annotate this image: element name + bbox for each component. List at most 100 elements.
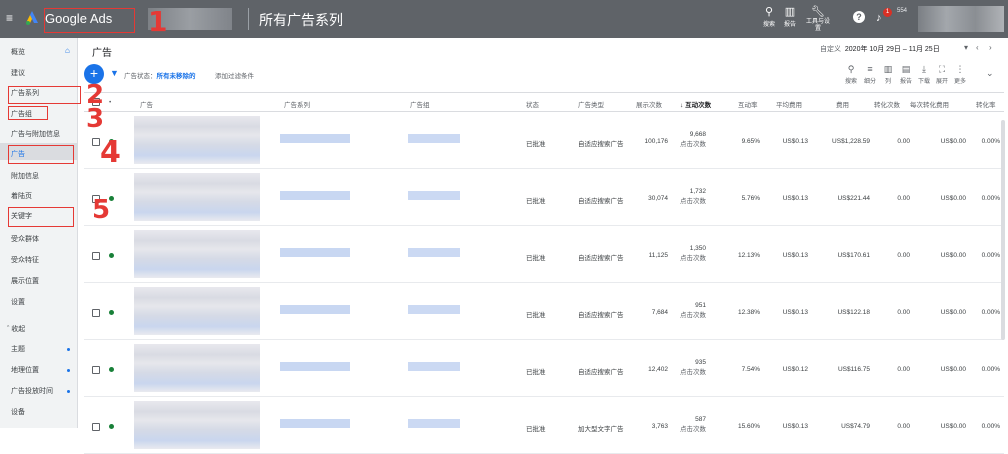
download-icon: ⤓ [922, 64, 926, 74]
column-header-interactions[interactable]: ↓ 互动次数 [680, 99, 711, 109]
interactions-value: 935 [695, 359, 706, 366]
account-info-redacted[interactable] [918, 6, 1004, 32]
sidebar-item-extensions[interactable]: 附加信息 [11, 171, 39, 181]
column-header-interaction-rate[interactable]: 互动率 [738, 99, 758, 109]
annotation-number: 3 [86, 104, 105, 134]
ad-preview-redacted[interactable] [134, 401, 260, 449]
home-icon[interactable]: ⌂ [65, 46, 70, 55]
column-header-avg-cost[interactable]: 平均费用 [776, 99, 802, 109]
cell-conversion-rate: 0.00% [981, 138, 1000, 145]
reports-toolbar-button[interactable]: ▤ 报告 [898, 64, 914, 85]
ad-group-name-redacted[interactable] [408, 305, 460, 314]
ad-preview-redacted[interactable] [134, 116, 260, 164]
dropdown-arrow-icon[interactable]: ▾ [964, 43, 968, 52]
campaign-name-redacted[interactable] [280, 362, 350, 371]
row-checkbox[interactable] [92, 309, 100, 317]
row-checkbox[interactable] [92, 366, 100, 374]
column-header-campaign[interactable]: 广告系列 [284, 99, 310, 109]
cell-impressions: 7,684 [651, 309, 668, 316]
sidebar-item-overview[interactable]: 概览 [11, 47, 25, 57]
active-filter-chip[interactable]: 广告状态：所有未移除的 [124, 70, 196, 80]
help-icon[interactable]: ? [853, 11, 865, 23]
sidebar-collapse[interactable]: ˆ 收起 [7, 324, 25, 334]
sidebar-item-placements[interactable]: 展示位置 [11, 276, 39, 286]
ad-preview-redacted[interactable] [134, 287, 260, 335]
row-checkbox[interactable] [92, 423, 100, 431]
reports-tool-button[interactable]: ▥ 报告 [781, 5, 799, 28]
tools-settings-button[interactable]: 🔧︎ 工具与设置 [806, 5, 830, 33]
google-ads-logo[interactable] [24, 10, 40, 26]
campaign-name-redacted[interactable] [280, 419, 350, 428]
ad-preview-redacted[interactable] [134, 173, 260, 221]
table-row[interactable]: 935 点击次数 已批准 自适应搜索广告 12,402 7.54% US$0.12 US$11… [84, 340, 1004, 397]
campaign-name-redacted[interactable] [280, 305, 350, 314]
previous-period-icon[interactable]: ‹ [976, 43, 979, 52]
column-header-status[interactable]: 状态 [526, 99, 539, 109]
sidebar-item-ad-schedule[interactable]: 广告投放时间 [11, 386, 53, 396]
annotation-number: 1 [148, 5, 168, 38]
more-toolbar-button[interactable]: ⋮ 更多 [952, 64, 968, 85]
sidebar-item-demographics[interactable]: 受众特征 [11, 255, 39, 265]
sidebar-item-locations[interactable]: 地理位置 [11, 365, 39, 375]
row-checkbox[interactable] [92, 138, 100, 146]
ad-group-name-redacted[interactable] [408, 134, 460, 143]
table-row[interactable]: 587 点击次数 已批准 加大型文字广告 3,763 15.60% US$0.13 US$74… [84, 397, 1004, 454]
tools-settings-label: 工具与设置 [806, 19, 831, 32]
campaign-name-redacted[interactable] [280, 134, 350, 143]
ad-group-name-redacted[interactable] [408, 191, 460, 200]
cell-conversion-rate: 0.00% [981, 423, 1000, 430]
column-header-ad-type[interactable]: 广告类型 [578, 99, 604, 109]
ad-group-name-redacted[interactable] [408, 248, 460, 257]
enabled-status-icon[interactable] [109, 310, 114, 315]
notification-bell-icon[interactable]: ♪ [876, 12, 882, 24]
table-row[interactable]: 951 点击次数 已批准 自适应搜索广告 7,684 12.38% US$0.13 US$12… [84, 283, 1004, 340]
sidebar-item-settings[interactable]: 设置 [11, 297, 25, 307]
segment-toolbar-button[interactable]: ≡ 细分 [862, 64, 878, 85]
cell-conversion-rate: 0.00% [981, 252, 1000, 259]
date-range-picker[interactable]: 自定义 2020年 10月 29日 – 11月 25日 [820, 44, 940, 54]
campaign-name-redacted[interactable] [280, 248, 350, 257]
table-row[interactable]: 1,350 点击次数 已批准 自适应搜索广告 11,125 12.13% US$0.13 US… [84, 226, 1004, 283]
cell-cost-per-conversion: US$0.00 [940, 252, 966, 259]
row-checkbox[interactable] [92, 252, 100, 260]
campaign-name-redacted[interactable] [280, 191, 350, 200]
ad-preview-redacted[interactable] [134, 344, 260, 392]
sidebar-item-audiences[interactable]: 受众群体 [11, 234, 39, 244]
column-header-ad[interactable]: 广告 [140, 99, 153, 109]
table-row[interactable]: 1,732 点击次数 已批准 自适应搜索广告 30,074 5.76% US$0.13 US$… [84, 169, 1004, 226]
cell-cost-per-conversion: US$0.00 [940, 309, 966, 316]
column-header-conversions[interactable]: 转化次数 [874, 99, 900, 109]
sidebar-item-landing-pages[interactable]: 着陆页 [11, 191, 32, 201]
search-toolbar-button[interactable]: ⚲ 搜索 [843, 64, 859, 85]
column-header-ad-group[interactable]: 广告组 [410, 99, 430, 109]
chevron-down-icon[interactable]: ⌄ [986, 68, 994, 79]
add-filter-button[interactable]: 添加过滤条件 [215, 70, 254, 80]
cell-cost: US$1,228.59 [832, 138, 870, 145]
download-toolbar-button[interactable]: ⤓ 下载 [916, 64, 932, 85]
column-status-dot: • [109, 99, 112, 106]
enabled-status-icon[interactable] [109, 253, 114, 258]
scrollbar[interactable] [1001, 120, 1005, 340]
ad-preview-redacted[interactable] [134, 230, 260, 278]
menu-icon[interactable]: ≡ [6, 11, 13, 25]
sidebar-item-recommendations[interactable]: 建议 [11, 68, 25, 78]
table-row[interactable]: 9,668 点击次数 已批准 自适应搜索广告 100,176 9.65% US$0.13 US… [84, 112, 1004, 169]
column-header-conversion-rate[interactable]: 转化率 [976, 99, 996, 109]
sidebar-item-ads-extensions[interactable]: 广告与附加信息 [11, 129, 60, 139]
next-period-icon[interactable]: › [989, 43, 992, 52]
filter-icon[interactable]: ▼ [110, 68, 119, 78]
enabled-status-icon[interactable] [109, 424, 114, 429]
sidebar-item-topics[interactable]: 主题 [11, 344, 25, 354]
column-header-cost-per-conversion[interactable]: 每次转化费用 [910, 99, 949, 109]
search-tool-button[interactable]: ⚲ 搜索 [760, 5, 778, 28]
cell-cost: US$170.61 [837, 252, 870, 259]
expand-toolbar-button[interactable]: ⛶ 展开 [934, 64, 950, 85]
ad-group-name-redacted[interactable] [408, 362, 460, 371]
ad-group-name-redacted[interactable] [408, 419, 460, 428]
column-header-cost[interactable]: 费用 [836, 99, 849, 109]
enabled-status-icon[interactable] [109, 367, 114, 372]
interactions-value: 587 [695, 416, 706, 423]
column-header-impressions[interactable]: 展示次数 [636, 99, 662, 109]
columns-toolbar-button[interactable]: ▥ 列 [880, 64, 896, 85]
sidebar-item-devices[interactable]: 设备 [11, 407, 25, 417]
